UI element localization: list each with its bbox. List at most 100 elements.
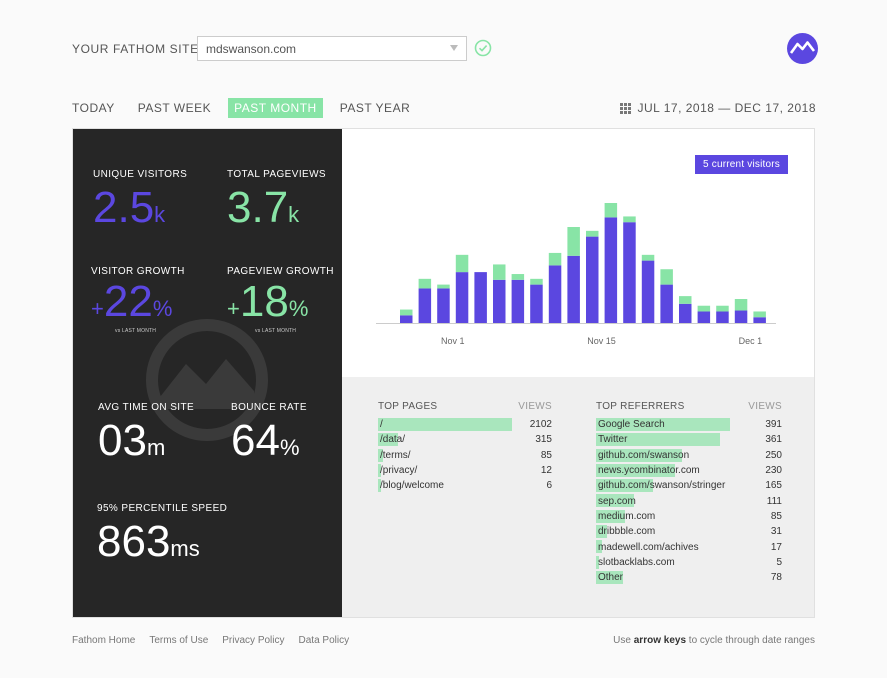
pageviews-bar[interactable] (679, 296, 692, 304)
visitors-bar[interactable] (623, 222, 636, 323)
visitors-bar[interactable] (437, 288, 450, 323)
tab-today[interactable]: TODAY (72, 98, 121, 118)
row-value: 6 (546, 480, 552, 492)
top-pages-row[interactable]: /privacy/12 (378, 463, 552, 478)
visitors-bar[interactable] (474, 272, 487, 323)
visitors-bar[interactable] (548, 265, 562, 323)
total-pageviews-stat: TOTAL PAGEVIEWS 3.7k (227, 169, 326, 238)
pageviews-bar[interactable] (530, 278, 543, 285)
top-referrers-row[interactable]: sep.com 111 (596, 493, 782, 508)
visitors-bar[interactable] (679, 303, 692, 323)
pageviews-bar[interactable] (604, 203, 618, 218)
avg-time-stat: AVG TIME ON SITE 03m (98, 402, 194, 471)
top-referrers-row[interactable]: news.ycombinator.com 230 (596, 463, 782, 478)
pageviews-bar[interactable] (437, 284, 450, 289)
visitors-bar[interactable] (493, 279, 506, 323)
top-referrers-row[interactable]: Google Search 391 (596, 417, 782, 432)
date-range[interactable]: JUL 17, 2018 — DEC 17, 2018 (619, 101, 817, 115)
visitors-bar[interactable] (567, 255, 580, 323)
top-referrers-row[interactable]: github.com/swanson 250 (596, 448, 782, 463)
date-tabs: TODAY PAST WEEK PAST MONTH PAST YEAR (72, 98, 427, 118)
top-pages-row[interactable]: /blog/welcome 6 (378, 478, 552, 493)
footer-link-fathom-home[interactable]: Fathom Home (72, 635, 135, 646)
x-tick-label: Nov 15 (587, 336, 616, 346)
visitors-bar[interactable] (716, 311, 729, 323)
top-referrers-row[interactable]: slotbacklabs.com 5 (596, 555, 782, 570)
pageviews-bar[interactable] (418, 278, 432, 289)
bounce-rate-label: BOUNCE RATE (231, 402, 307, 413)
pageviews-bar[interactable] (455, 254, 469, 273)
visitor-growth-sub: vs LAST MONTH (115, 328, 157, 334)
site-select-value: mdswanson.com (206, 42, 297, 56)
pageviews-bar[interactable] (641, 254, 655, 261)
visitors-bar[interactable] (660, 284, 673, 323)
tab-past-week[interactable]: PAST WEEK (132, 98, 217, 118)
site-select[interactable]: mdswanson.com (197, 36, 467, 61)
pageviews-bar[interactable] (734, 299, 748, 311)
footer-link-data-policy[interactable]: Data Policy (299, 635, 350, 646)
chart-panel: 5 current visitors Nov 1 Nov 15 Dec 1 (342, 129, 814, 377)
top-pages-row[interactable]: / 2102 (378, 417, 552, 432)
row-value: 31 (770, 526, 782, 538)
top-pages-col: VIEWS (518, 401, 552, 412)
row-value: 111 (766, 495, 782, 507)
top-referrers-row[interactable]: github.com/swanson/stringer 165 (596, 478, 782, 493)
visitors-bar[interactable] (418, 288, 432, 323)
unique-visitors-stat: UNIQUE VISITORS 2.5k (93, 169, 187, 238)
top-referrers-row[interactable]: dribbble.com 31 (596, 524, 782, 539)
footer-link-privacy-policy[interactable]: Privacy Policy (222, 635, 284, 646)
pageviews-bar[interactable] (716, 305, 729, 312)
row-label: Twitter (598, 434, 628, 446)
row-value: 315 (535, 434, 552, 446)
pageviews-bar[interactable] (753, 311, 766, 318)
visitors-bar[interactable] (641, 260, 655, 323)
top-pages-row[interactable]: /terms/85 (378, 448, 552, 463)
row-label: madewell.com/achives (598, 541, 699, 553)
calendar-icon (619, 102, 631, 114)
pageviews-bar[interactable] (400, 309, 413, 316)
row-label: /data/ (380, 434, 406, 446)
footer-link-terms-of-use[interactable]: Terms of Use (149, 635, 208, 646)
visitors-bar[interactable] (586, 236, 599, 323)
pageviews-bar[interactable] (548, 252, 562, 266)
fathom-logo-icon[interactable] (787, 33, 818, 64)
row-value: 5 (776, 556, 782, 568)
visitors-bar[interactable] (400, 315, 413, 323)
visitor-growth-label: VISITOR GROWTH (91, 266, 185, 277)
visitors-bar[interactable] (455, 272, 469, 323)
pageviews-bar[interactable] (697, 305, 711, 312)
row-label: slotbacklabs.com (598, 556, 675, 568)
pageview-growth-label: PAGEVIEW GROWTH (227, 266, 334, 277)
visitors-bar[interactable] (734, 310, 748, 323)
pageviews-chart: Nov 1 Nov 15 Dec 1 (376, 203, 776, 346)
row-value: 250 (765, 449, 782, 461)
bounce-rate-value: 64% (231, 416, 300, 465)
top-referrers-col: VIEWS (748, 401, 782, 412)
pageviews-bar[interactable] (660, 269, 673, 285)
tab-past-month[interactable]: PAST MONTH (228, 98, 323, 118)
x-tick-label: Dec 1 (739, 336, 763, 346)
percentile-speed-value: 863ms (97, 517, 200, 566)
pageviews-bar[interactable] (511, 274, 525, 280)
top-referrers-row[interactable]: Other 78 (596, 570, 782, 585)
pageviews-bar[interactable] (623, 216, 636, 223)
pageviews-bar[interactable] (493, 264, 506, 280)
top-referrers-row[interactable]: madewell.com/achives 17 (596, 539, 782, 554)
visitors-bar[interactable] (530, 284, 543, 323)
top-pages-panel: TOP PAGES VIEWS /2102/data/315/terms/85/… (378, 401, 552, 493)
visitors-bar[interactable] (753, 317, 766, 323)
top-pages-row[interactable]: /data/315 (378, 432, 552, 447)
row-label: github.com/swanson (598, 449, 690, 461)
visitors-bar[interactable] (511, 279, 525, 323)
pageviews-bar[interactable] (567, 227, 580, 256)
tab-past-year[interactable]: PAST YEAR (334, 98, 417, 118)
current-visitors-badge[interactable]: 5 current visitors (695, 155, 788, 174)
top-referrers-row[interactable]: Twitter 361 (596, 432, 782, 447)
top-referrers-row[interactable]: medium.com 85 (596, 509, 782, 524)
x-tick-label: Nov 1 (441, 336, 465, 346)
visitors-bar[interactable] (604, 217, 618, 323)
visitor-growth-stat: VISITOR GROWTH +22% vs LAST MONTH (91, 266, 185, 334)
visitors-bar[interactable] (697, 311, 711, 323)
date-range-text: JUL 17, 2018 — DEC 17, 2018 (637, 101, 816, 115)
pageviews-bar[interactable] (586, 230, 599, 237)
